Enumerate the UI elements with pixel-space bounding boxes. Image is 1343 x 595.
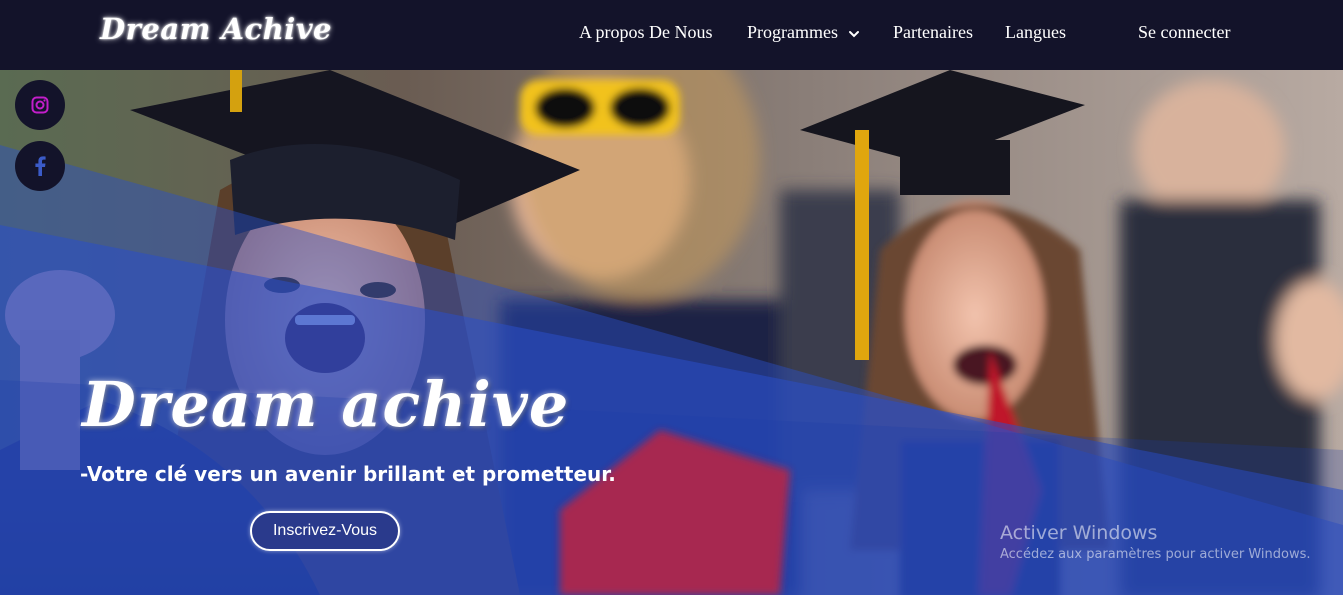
- instagram-icon: [31, 96, 49, 114]
- instagram-button[interactable]: [15, 80, 65, 130]
- nav-link-about[interactable]: A propos De Nous: [579, 22, 713, 43]
- facebook-icon: [35, 156, 46, 176]
- brand-logo[interactable]: Dream Achive: [100, 12, 332, 46]
- login-link[interactable]: Se connecter: [1138, 22, 1230, 43]
- hero-title: Dream achive: [82, 368, 570, 441]
- signup-button[interactable]: Inscrivez-Vous: [250, 511, 400, 551]
- hero-section: [0, 70, 1343, 595]
- windows-activation-title: Activer Windows: [1000, 522, 1158, 544]
- hero-background-image: [0, 70, 1343, 595]
- nav-programs-label: Programmes: [747, 22, 838, 42]
- windows-activation-subtitle: Accédez aux paramètres pour activer Wind…: [1000, 547, 1311, 562]
- nav-link-programs[interactable]: Programmes: [747, 22, 860, 43]
- nav-link-languages[interactable]: Langues: [1005, 22, 1066, 43]
- nav-link-partners[interactable]: Partenaires: [893, 22, 973, 43]
- chevron-down-icon: [849, 30, 860, 38]
- facebook-button[interactable]: [15, 141, 65, 191]
- top-navbar: Dream Achive A propos De Nous Programmes…: [0, 0, 1343, 70]
- hero-tagline: -Votre clé vers un avenir brillant et pr…: [80, 462, 616, 486]
